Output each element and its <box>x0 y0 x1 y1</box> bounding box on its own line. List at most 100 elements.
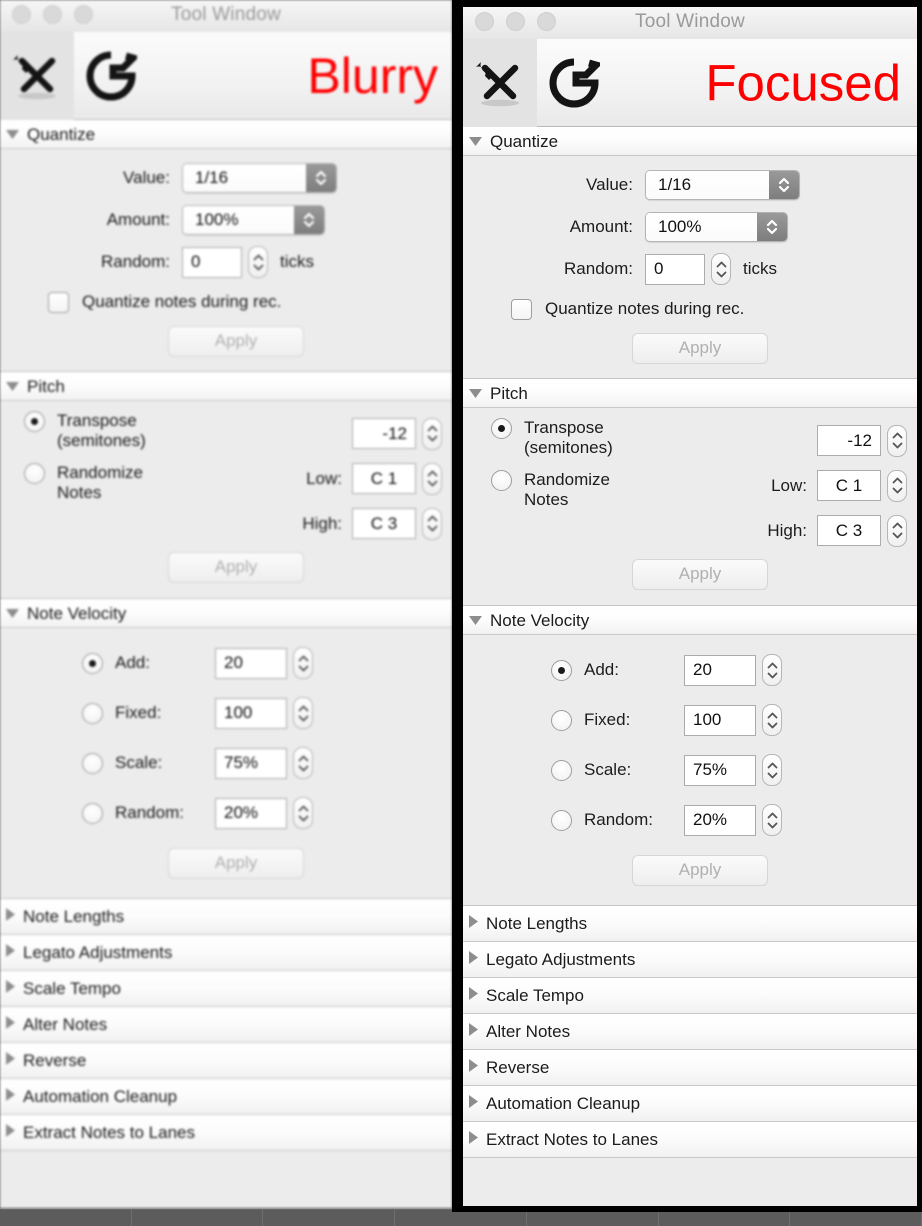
velocity-random-radio[interactable] <box>551 809 572 831</box>
titlebar[interactable]: Tool Window <box>0 0 452 32</box>
quantize-apply-button[interactable]: Apply <box>168 325 304 357</box>
pitch-randomize-radio[interactable] <box>491 470 512 491</box>
velocity-add-input[interactable]: 20 <box>684 654 756 686</box>
quantize-random-stepper[interactable] <box>248 246 268 278</box>
section-header-extract-notes-to-lanes[interactable]: Extract Notes to Lanes <box>0 1115 452 1151</box>
velocity-random-input[interactable]: 20% <box>684 804 756 836</box>
velocity-add-row[interactable]: Add: 20 <box>463 645 917 695</box>
velocity-apply-button[interactable]: Apply <box>168 847 304 879</box>
velocity-fixed-radio[interactable] <box>82 702 103 724</box>
chevron-updown-icon[interactable] <box>769 171 799 199</box>
tab-groove[interactable] <box>537 39 611 127</box>
disclosure-right-icon[interactable] <box>6 1124 15 1142</box>
velocity-scale-radio[interactable] <box>82 752 103 774</box>
section-header-quantize[interactable]: Quantize <box>463 127 917 156</box>
section-header-note-velocity[interactable]: Note Velocity <box>463 606 917 635</box>
disclosure-right-icon[interactable] <box>6 1016 15 1034</box>
pitch-transpose-input[interactable]: -12 <box>352 418 416 449</box>
disclosure-right-icon[interactable] <box>469 1059 478 1077</box>
velocity-fixed-radio[interactable] <box>551 709 572 731</box>
pitch-apply-button[interactable]: Apply <box>632 558 768 590</box>
section-header-note-lengths[interactable]: Note Lengths <box>463 906 917 942</box>
disclosure-down-icon[interactable] <box>6 126 19 144</box>
velocity-add-stepper[interactable] <box>762 654 782 686</box>
velocity-random-radio[interactable] <box>82 802 103 824</box>
velocity-scale-stepper[interactable] <box>293 747 313 779</box>
velocity-scale-radio[interactable] <box>551 759 572 781</box>
pitch-randomize-option[interactable]: Randomize Notes <box>491 470 715 522</box>
velocity-fixed-stepper[interactable] <box>293 697 313 729</box>
velocity-fixed-stepper[interactable] <box>762 704 782 736</box>
velocity-apply-button[interactable]: Apply <box>632 854 768 886</box>
velocity-random-row[interactable]: Random: 20% <box>463 795 917 845</box>
velocity-fixed-input[interactable]: 100 <box>684 704 756 736</box>
velocity-random-stepper[interactable] <box>293 797 313 829</box>
pitch-randomize-radio[interactable] <box>24 463 45 484</box>
velocity-random-input[interactable]: 20% <box>215 797 287 829</box>
velocity-fixed-input[interactable]: 100 <box>215 697 287 729</box>
velocity-add-radio[interactable] <box>82 652 103 674</box>
disclosure-right-icon[interactable] <box>6 908 15 926</box>
velocity-fixed-row[interactable]: Fixed: 100 <box>463 695 917 745</box>
section-header-pitch[interactable]: Pitch <box>0 372 452 401</box>
velocity-scale-input[interactable]: 75% <box>215 747 287 779</box>
disclosure-down-icon[interactable] <box>469 612 482 630</box>
section-header-automation-cleanup[interactable]: Automation Cleanup <box>0 1079 452 1115</box>
velocity-add-input[interactable]: 20 <box>215 647 287 679</box>
pitch-low-stepper[interactable] <box>422 462 442 495</box>
pitch-high-stepper[interactable] <box>422 507 442 540</box>
tab-groove[interactable] <box>74 32 148 120</box>
titlebar[interactable]: Tool Window <box>463 7 917 39</box>
chevron-updown-icon[interactable] <box>757 213 787 241</box>
velocity-scale-row[interactable]: Scale: 75% <box>463 745 917 795</box>
section-header-scale-tempo[interactable]: Scale Tempo <box>0 971 452 1007</box>
velocity-fixed-row[interactable]: Fixed: 100 <box>0 688 452 738</box>
disclosure-down-icon[interactable] <box>6 605 19 623</box>
disclosure-right-icon[interactable] <box>6 944 15 962</box>
pitch-apply-button[interactable]: Apply <box>168 551 304 583</box>
tool-window-focused[interactable]: Tool Window Focused Quantize Value: 1/16… <box>452 0 922 1212</box>
tab-tools[interactable] <box>0 32 74 120</box>
disclosure-right-icon[interactable] <box>469 987 478 1005</box>
section-header-automation-cleanup[interactable]: Automation Cleanup <box>463 1086 917 1122</box>
pitch-low-input[interactable]: C 1 <box>352 463 416 494</box>
pitch-randomize-option[interactable]: Randomize Notes <box>24 463 248 515</box>
pitch-high-input[interactable]: C 3 <box>352 508 416 539</box>
section-header-quantize[interactable]: Quantize <box>0 120 452 149</box>
quantize-during-rec-checkbox[interactable] <box>511 298 532 320</box>
pitch-high-input[interactable]: C 3 <box>817 515 881 546</box>
pitch-transpose-stepper[interactable] <box>887 424 907 457</box>
pitch-transpose-option[interactable]: Transpose (semitones) <box>491 418 715 470</box>
section-header-reverse[interactable]: Reverse <box>0 1043 452 1079</box>
pitch-high-stepper[interactable] <box>887 514 907 547</box>
quantize-amount-combo[interactable]: 100% <box>645 212 788 242</box>
disclosure-down-icon[interactable] <box>469 385 482 403</box>
section-header-note-velocity[interactable]: Note Velocity <box>0 599 452 628</box>
disclosure-right-icon[interactable] <box>469 1131 478 1149</box>
section-header-extract-notes-to-lanes[interactable]: Extract Notes to Lanes <box>463 1122 917 1158</box>
chevron-updown-icon[interactable] <box>306 164 336 192</box>
quantize-random-stepper[interactable] <box>711 253 731 285</box>
velocity-scale-stepper[interactable] <box>762 754 782 786</box>
disclosure-right-icon[interactable] <box>469 951 478 969</box>
velocity-scale-input[interactable]: 75% <box>684 754 756 786</box>
velocity-scale-row[interactable]: Scale: 75% <box>0 738 452 788</box>
pitch-transpose-option[interactable]: Transpose (semitones) <box>24 411 248 463</box>
pitch-transpose-radio[interactable] <box>24 411 45 432</box>
disclosure-right-icon[interactable] <box>469 1023 478 1041</box>
section-header-note-lengths[interactable]: Note Lengths <box>0 899 452 935</box>
quantize-apply-button[interactable]: Apply <box>632 332 768 364</box>
quantize-random-input[interactable]: 0 <box>182 246 242 278</box>
velocity-random-stepper[interactable] <box>762 804 782 836</box>
chevron-updown-icon[interactable] <box>294 206 324 234</box>
pitch-low-input[interactable]: C 1 <box>817 470 881 501</box>
velocity-add-stepper[interactable] <box>293 647 313 679</box>
disclosure-down-icon[interactable] <box>6 378 19 396</box>
disclosure-right-icon[interactable] <box>6 980 15 998</box>
tab-tools[interactable] <box>463 39 537 127</box>
pitch-low-stepper[interactable] <box>887 469 907 502</box>
pitch-transpose-radio[interactable] <box>491 418 512 439</box>
section-header-alter-notes[interactable]: Alter Notes <box>463 1014 917 1050</box>
velocity-random-row[interactable]: Random: 20% <box>0 788 452 838</box>
disclosure-right-icon[interactable] <box>469 915 478 933</box>
